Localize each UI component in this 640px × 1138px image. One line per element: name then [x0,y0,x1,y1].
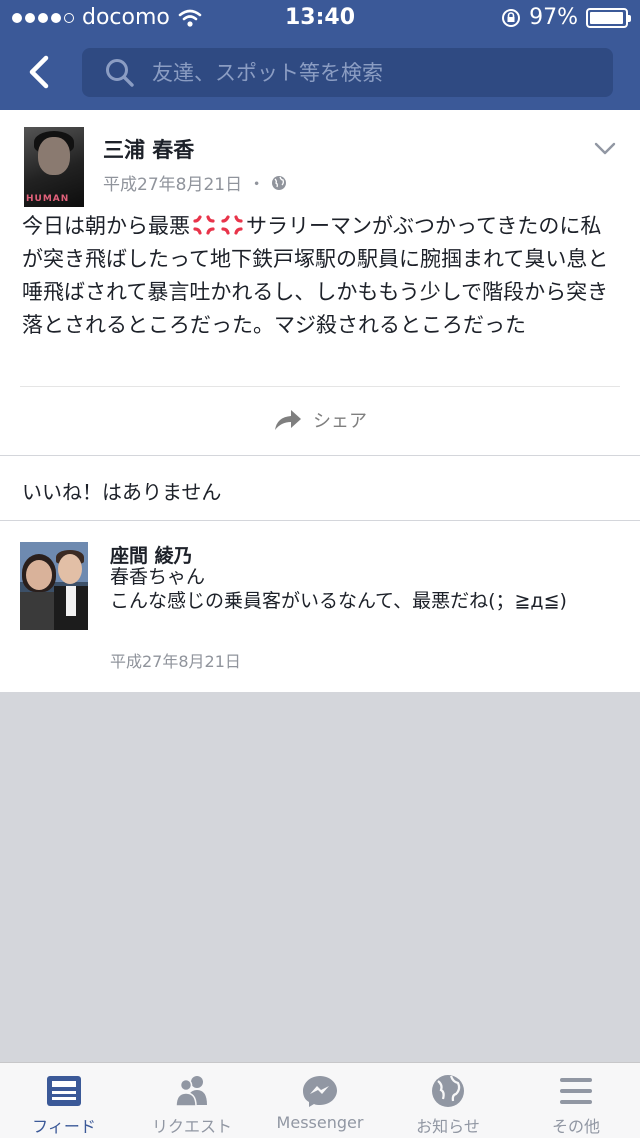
comment: 座間 綾乃 春香ちゃん こんな感じの乗員客がいるなんて、最悪だね(；≧д≦) 平… [0,521,640,692]
messenger-icon [303,1076,337,1107]
comment-line: 春香ちゃん [110,566,206,588]
feed-icon [47,1076,81,1106]
friend-requests-icon [175,1076,207,1107]
post-author-name[interactable]: 三浦 春香 [103,134,194,164]
share-label: シェア [313,411,367,432]
share-arrow-icon [275,410,301,430]
no-likes-text: いいね！はありません [22,480,222,504]
post-body: 今日は朝から最悪 サラリーマンがぶつかってきたのに私が突き飛ばしたって地下鉄戸塚… [22,210,618,342]
tab-label: お知らせ [416,1117,480,1136]
avatar-cover-text: HUMAN [26,194,70,204]
menu-icon [560,1078,592,1104]
post-date[interactable]: 平成27年8月21日 [103,170,242,195]
top-navigation-bar: docomo 13:40 97% [0,0,640,110]
post-meta: 平成27年8月21日 ・ [103,170,287,195]
comment-text: 春香ちゃん こんな感じの乗員客がいるなんて、最悪だね(；≧д≦) [110,565,620,613]
meta-separator: ・ [248,175,266,195]
rotation-lock-icon [502,8,521,27]
search-input[interactable] [152,60,572,85]
tab-requests[interactable]: リクエスト [128,1063,256,1138]
author-avatar[interactable]: HUMAN [24,127,84,207]
tab-label: Messenger [276,1113,364,1132]
tab-more[interactable]: その他 [512,1063,640,1138]
chevron-down-icon[interactable] [594,142,616,156]
notifications-globe-icon [432,1075,464,1107]
likes-section: いいね！はありません [0,456,640,520]
bottom-tab-bar: フィード リクエスト Messenger お知らせ その他 [0,1062,640,1138]
search-icon [106,58,134,87]
battery-level [590,11,623,24]
tab-label: フィード [32,1117,96,1136]
comment-line: こんな感じの乗員客がいるなんて、最悪だね(；≧д≦) [110,590,567,612]
post-text-start: 今日は朝から最悪 [22,214,190,238]
tab-messenger[interactable]: Messenger [256,1063,384,1138]
comment-date: 平成27年8月21日 [110,652,241,671]
tab-label: その他 [551,1117,600,1136]
commenter-avatar[interactable] [20,542,88,630]
anger-emoji-icon [193,215,215,235]
anger-emoji-icon [221,215,243,235]
battery-percentage: 97% [529,5,578,30]
tab-label: リクエスト [151,1117,232,1136]
tab-feed[interactable]: フィード [0,1063,128,1138]
public-globe-icon [272,175,287,190]
post-card: HUMAN 三浦 春香 平成27年8月21日 ・ 今日は朝から最悪 サラリーマン… [0,110,640,455]
commenter-name[interactable]: 座間 綾乃 [110,541,193,568]
battery-icon [586,7,631,28]
status-bar: docomo 13:40 97% [0,0,640,36]
tab-notifications[interactable]: お知らせ [384,1063,512,1138]
back-arrow-icon[interactable] [22,52,56,92]
share-button[interactable]: シェア [0,387,640,453]
status-right: 97% [501,5,631,30]
search-bar[interactable] [82,48,613,97]
